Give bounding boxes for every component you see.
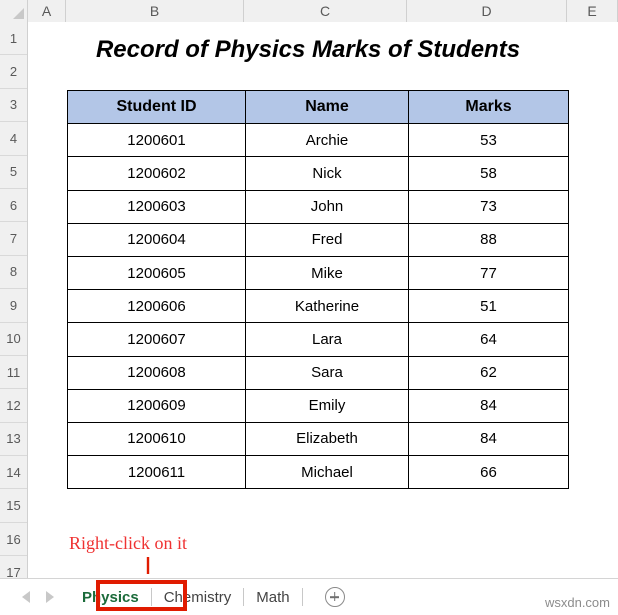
select-all-corner[interactable] — [0, 0, 28, 22]
column-header-strip: A B C D E — [0, 0, 618, 22]
column-header-student-id: Student ID — [67, 89, 246, 125]
cell-student-id[interactable]: 1200604 — [67, 222, 246, 257]
row-header-15[interactable]: 15 — [0, 489, 27, 523]
add-sheet-icon[interactable] — [324, 587, 345, 607]
annotation-label: Right-click on it — [69, 533, 187, 553]
cell-student-id[interactable]: 1200608 — [67, 355, 246, 390]
column-header-c[interactable]: C — [244, 0, 407, 22]
column-header-d[interactable]: D — [407, 0, 567, 22]
table-row[interactable]: 1200608 Sara 62 — [67, 355, 569, 390]
cell-name[interactable]: Emily — [245, 388, 409, 423]
page-title: Record of Physics Marks of Students — [95, 36, 521, 63]
row-header-10[interactable]: 10 — [0, 322, 27, 356]
cell-student-id[interactable]: 1200602 — [67, 156, 246, 191]
cell-name[interactable]: Archie — [245, 123, 409, 158]
cell-student-id[interactable]: 1200603 — [67, 189, 246, 224]
watermark: wsxdn.com — [544, 595, 610, 610]
row-header-7[interactable]: 7 — [0, 222, 27, 256]
cell-marks[interactable]: 58 — [408, 156, 569, 191]
cell-name[interactable]: Fred — [245, 222, 409, 257]
sheet-tab-bar: Physics Chemistry Math wsxdn.com — [0, 578, 618, 615]
cell-marks[interactable]: 84 — [408, 388, 569, 423]
table-row[interactable]: 1200611 Michael 66 — [67, 455, 569, 490]
row-header-12[interactable]: 12 — [0, 389, 27, 423]
nav-prev-icon[interactable] — [22, 591, 30, 603]
worksheet-grid[interactable]: Record of Physics Marks of Students Stud… — [29, 22, 618, 574]
tab-navigation — [22, 591, 54, 603]
table-row[interactable]: 1200610 Elizabeth 84 — [67, 421, 569, 457]
table-row[interactable]: 1200602 Nick 58 — [67, 156, 569, 191]
row-header-8[interactable]: 8 — [0, 255, 27, 290]
tab-divider — [301, 588, 303, 606]
column-header-name: Name — [245, 89, 409, 125]
cell-marks[interactable]: 51 — [408, 289, 569, 324]
cell-student-id[interactable]: 1200606 — [67, 289, 246, 324]
down-arrow-icon — [146, 557, 150, 574]
sheet-tabs: Physics Chemistry Math — [70, 579, 345, 615]
cell-name[interactable]: Elizabeth — [245, 421, 409, 457]
row-header-6[interactable]: 6 — [0, 188, 27, 223]
row-header-16[interactable]: 16 — [0, 522, 27, 557]
row-header-1[interactable]: 1 — [0, 22, 27, 56]
sheet-tab-chemistry[interactable]: Chemistry — [152, 584, 244, 610]
table-row[interactable]: 1200606 Katherine 51 — [67, 289, 569, 324]
row-header-3[interactable]: 3 — [0, 88, 27, 123]
cell-marks[interactable]: 84 — [408, 421, 569, 457]
cell-marks[interactable]: 88 — [408, 222, 569, 257]
cell-marks[interactable]: 73 — [408, 189, 569, 224]
table-row[interactable]: 1200601 Archie 53 — [67, 123, 569, 158]
cell-student-id[interactable]: 1200609 — [67, 388, 246, 423]
column-header-marks: Marks — [408, 89, 569, 125]
cell-name[interactable]: Nick — [245, 156, 409, 191]
row-header-11[interactable]: 11 — [0, 355, 27, 390]
row-header-14[interactable]: 14 — [0, 456, 27, 490]
cell-name[interactable]: Lara — [245, 322, 409, 357]
row-header-9[interactable]: 9 — [0, 289, 27, 323]
cell-name[interactable]: Katherine — [245, 289, 409, 324]
sheet-tab-math[interactable]: Math — [244, 584, 301, 610]
column-header-e[interactable]: E — [567, 0, 618, 22]
row-header-5[interactable]: 5 — [0, 155, 27, 189]
cell-marks[interactable]: 66 — [408, 455, 569, 490]
cell-student-id[interactable]: 1200610 — [67, 421, 246, 457]
column-header-a[interactable]: A — [28, 0, 66, 22]
cell-name[interactable]: John — [245, 189, 409, 224]
cell-student-id[interactable]: 1200605 — [67, 255, 246, 291]
cell-marks[interactable]: 53 — [408, 123, 569, 158]
table-row[interactable]: 1200607 Lara 64 — [67, 322, 569, 357]
marks-table: Student ID Name Marks 1200601 Archie 53 … — [67, 89, 569, 490]
cell-name[interactable]: Michael — [245, 455, 409, 490]
table-row[interactable]: 1200603 John 73 — [67, 189, 569, 224]
sheet-tab-physics[interactable]: Physics — [70, 584, 151, 610]
table-row[interactable]: 1200605 Mike 77 — [67, 255, 569, 291]
cell-marks[interactable]: 77 — [408, 255, 569, 291]
table-row[interactable]: 1200604 Fred 88 — [67, 222, 569, 257]
row-header-4[interactable]: 4 — [0, 122, 27, 156]
cell-student-id[interactable]: 1200607 — [67, 322, 246, 357]
cell-marks[interactable]: 62 — [408, 355, 569, 390]
table-header-row: Student ID Name Marks — [67, 89, 569, 125]
row-header-2[interactable]: 2 — [0, 55, 27, 89]
spreadsheet-app: A B C D E 1 2 3 4 5 6 7 8 9 10 11 12 13 … — [0, 0, 618, 615]
cell-student-id[interactable]: 1200611 — [67, 455, 246, 490]
row-header-13[interactable]: 13 — [0, 422, 27, 457]
cell-student-id[interactable]: 1200601 — [67, 123, 246, 158]
nav-next-icon[interactable] — [46, 591, 54, 603]
cell-marks[interactable]: 64 — [408, 322, 569, 357]
table-row[interactable]: 1200609 Emily 84 — [67, 388, 569, 423]
cell-name[interactable]: Mike — [245, 255, 409, 291]
row-header-gutter: 1 2 3 4 5 6 7 8 9 10 11 12 13 14 15 16 1… — [0, 22, 28, 590]
column-header-b[interactable]: B — [66, 0, 244, 22]
cell-name[interactable]: Sara — [245, 355, 409, 390]
